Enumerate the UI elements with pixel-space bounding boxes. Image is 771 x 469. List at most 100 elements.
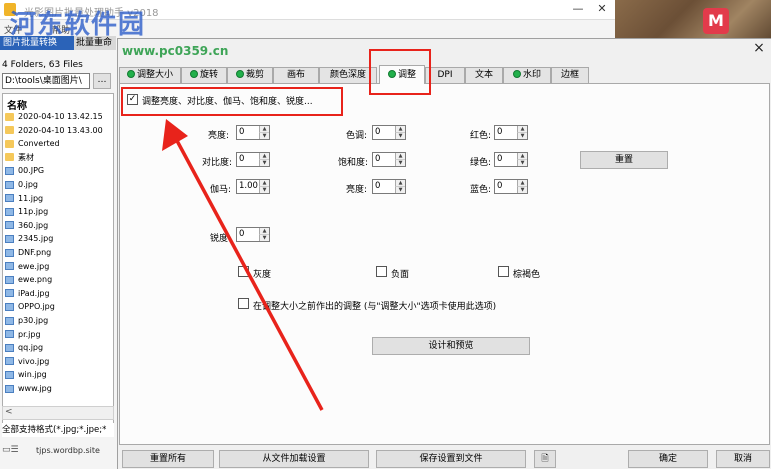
image-file-icon xyxy=(5,302,14,311)
file-list-item[interactable]: Converted xyxy=(5,137,113,151)
status-dot-icon xyxy=(189,70,198,78)
folder-icon xyxy=(5,126,14,135)
file-list-item[interactable]: pr.jpg xyxy=(5,328,113,342)
gamma-value: 1.00 xyxy=(239,181,258,191)
tab-label: 颜色深度 xyxy=(329,70,366,80)
file-name: 11.jpg xyxy=(18,193,44,203)
blue-stepper[interactable]: 0 ▲ ▼ xyxy=(494,179,528,194)
spin-down-icon[interactable]: ▼ xyxy=(517,159,527,166)
enable-adjust-checkbox[interactable]: ✓ xyxy=(127,94,138,105)
negative-label: 负面 xyxy=(391,270,410,280)
hue-stepper[interactable]: 0 ▲ ▼ xyxy=(372,125,406,140)
spin-down-icon[interactable]: ▼ xyxy=(517,186,527,193)
saturation-stepper[interactable]: 0 ▲ ▼ xyxy=(372,152,406,167)
load-settings-button[interactable]: 从文件加载设置 xyxy=(219,450,369,468)
file-name: qq.jpg xyxy=(18,343,44,353)
preview-icon[interactable]: 🗎 xyxy=(534,450,556,468)
lightness-stepper[interactable]: 0 ▲ ▼ xyxy=(372,179,406,194)
image-file-icon xyxy=(5,194,14,203)
contrast-stepper[interactable]: 0 ▲ ▼ xyxy=(236,152,270,167)
file-list-item[interactable]: 360.jpg xyxy=(5,219,113,233)
tab-adjust[interactable]: 调整 xyxy=(379,65,425,84)
tab-canvas[interactable]: 画布 xyxy=(273,67,319,83)
tab-resize[interactable]: 调整大小 xyxy=(119,67,181,83)
file-list-item[interactable]: 2020-04-10 13.43.00 xyxy=(5,124,113,138)
folder-icon xyxy=(5,112,14,121)
spin-down-icon[interactable]: ▼ xyxy=(259,132,269,139)
close-button[interactable]: ✕ xyxy=(592,2,612,18)
file-list-item[interactable]: ewe.jpg xyxy=(5,260,113,274)
brightness-stepper[interactable]: 0 ▲ ▼ xyxy=(236,125,270,140)
file-list-item[interactable]: vivo.jpg xyxy=(5,355,113,369)
file-list[interactable]: 名称 2020-04-10 13.42.15 2020-04-10 13.43.0… xyxy=(2,93,114,427)
negative-checkbox[interactable] xyxy=(376,266,387,277)
spin-down-icon[interactable]: ▼ xyxy=(395,186,405,193)
spin-down-icon[interactable]: ▼ xyxy=(259,234,269,241)
sharpness-stepper[interactable]: 0 ▲ ▼ xyxy=(236,227,270,242)
file-list-scrollbar[interactable]: < xyxy=(2,406,114,420)
browse-button[interactable]: … xyxy=(93,73,111,89)
tab-border[interactable]: 边框 xyxy=(551,67,589,83)
before-resize-checkbox[interactable] xyxy=(238,298,249,309)
saturation-value: 0 xyxy=(375,154,381,164)
file-name: Converted xyxy=(18,139,60,149)
tab-text[interactable]: 文本 xyxy=(465,67,503,83)
file-type-filter[interactable]: 全部支持格式(*.jpg;*.jpe;* xyxy=(2,423,114,437)
path-input[interactable]: D:\tools\桌面图片\ xyxy=(2,73,90,89)
file-list-item[interactable]: DNF.png xyxy=(5,246,113,260)
tab-dpi[interactable]: DPI xyxy=(425,67,465,83)
spin-down-icon[interactable]: ▼ xyxy=(517,132,527,139)
file-list-item[interactable]: 素材 xyxy=(5,151,113,165)
view-toggle-icon[interactable]: ▭☰ xyxy=(2,445,28,457)
file-list-item[interactable]: p30.jpg xyxy=(5,314,113,328)
green-stepper[interactable]: 0 ▲ ▼ xyxy=(494,152,528,167)
app-badge-icon: M xyxy=(703,8,729,34)
ok-button[interactable]: 确定 xyxy=(628,450,708,468)
desktop-wallpaper-image: M xyxy=(615,0,771,42)
red-stepper[interactable]: 0 ▲ ▼ xyxy=(494,125,528,140)
red-value: 0 xyxy=(497,127,503,137)
minimize-button[interactable]: — xyxy=(568,2,588,18)
spin-down-icon[interactable]: ▼ xyxy=(395,132,405,139)
spin-down-icon[interactable]: ▼ xyxy=(395,159,405,166)
settings-tab-strip: 调整大小 旋转 裁剪 画布 颜色深度 调整 DPI 文本 水印 边框 xyxy=(119,65,599,84)
file-list-item[interactable]: 00.JPG xyxy=(5,164,113,178)
file-list-item[interactable]: 0.jpg xyxy=(5,178,113,192)
file-list-item[interactable]: ewe.png xyxy=(5,273,113,287)
reset-all-button[interactable]: 重置所有 xyxy=(122,450,214,468)
contrast-label: 对比度: xyxy=(202,158,233,168)
sepia-checkbox[interactable] xyxy=(498,266,509,277)
tab-rotate[interactable]: 旋转 xyxy=(181,67,227,83)
save-settings-button[interactable]: 保存设置到文件 xyxy=(376,450,526,468)
file-list-item[interactable]: 11.jpg xyxy=(5,192,113,206)
image-file-icon xyxy=(5,275,14,284)
spin-down-icon[interactable]: ▼ xyxy=(259,159,269,166)
tab-color-depth[interactable]: 颜色深度 xyxy=(319,67,377,83)
gamma-stepper[interactable]: 1.00 ▲ ▼ xyxy=(236,179,270,194)
grayscale-checkbox[interactable] xyxy=(238,266,249,277)
enable-adjust-label: 调整亮度、对比度、伽马、饱和度、锐度... xyxy=(142,97,313,107)
scroll-left-icon[interactable]: < xyxy=(5,407,13,417)
file-list-item[interactable]: OPPO.jpg xyxy=(5,300,113,314)
file-name: ewe.jpg xyxy=(18,261,50,271)
dialog-footer: 重置所有 从文件加载设置 保存设置到文件 🗎 确定 取消 xyxy=(118,446,771,469)
hue-value: 0 xyxy=(375,127,381,137)
spin-down-icon[interactable]: ▼ xyxy=(259,186,269,193)
file-list-item[interactable]: 11p.jpg xyxy=(5,205,113,219)
tab-crop[interactable]: 裁剪 xyxy=(227,67,273,83)
file-list-item[interactable]: iPad.jpg xyxy=(5,287,113,301)
file-list-item[interactable]: 2020-04-10 13.42.15 xyxy=(5,110,113,124)
file-list-item[interactable]: win.jpg xyxy=(5,368,113,382)
design-preview-button[interactable]: 设计和预览 xyxy=(372,337,530,355)
image-file-icon xyxy=(5,289,14,298)
status-dot-icon xyxy=(387,70,396,78)
reset-button[interactable]: 重置 xyxy=(580,151,668,169)
file-list-item[interactable]: qq.jpg xyxy=(5,341,113,355)
file-name: 2345.jpg xyxy=(18,234,54,244)
tab-label: 调整大小 xyxy=(136,70,173,80)
dialog-close-button[interactable]: × xyxy=(751,41,767,57)
cancel-button[interactable]: 取消 xyxy=(716,450,770,468)
tab-watermark[interactable]: 水印 xyxy=(503,67,551,83)
file-list-item[interactable]: 2345.jpg xyxy=(5,232,113,246)
file-list-item[interactable]: www.jpg xyxy=(5,382,113,396)
